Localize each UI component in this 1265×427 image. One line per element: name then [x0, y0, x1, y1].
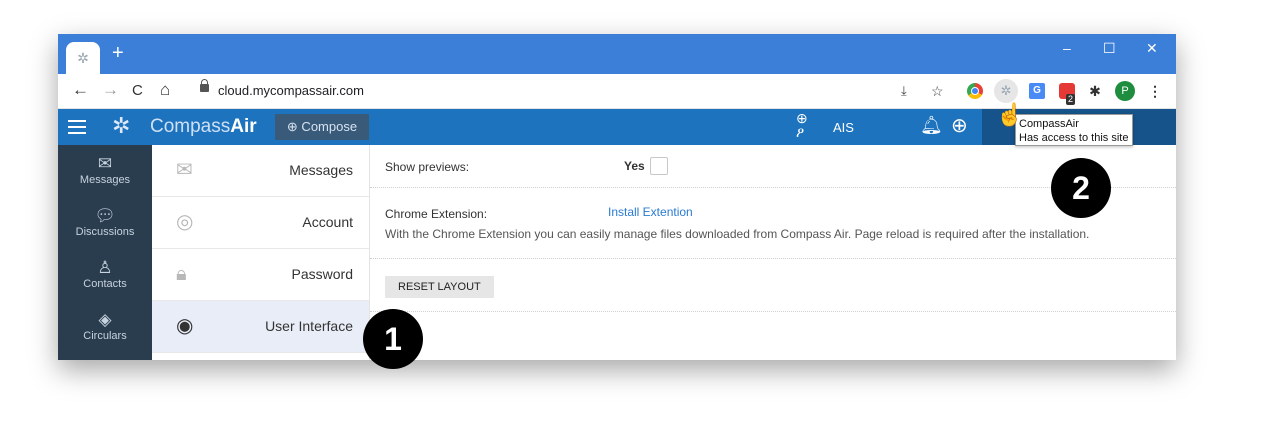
url-text[interactable]: cloud.mycompassair.com: [218, 83, 364, 98]
nav-label: Messages: [79, 174, 131, 186]
chrome-extension-description: With the Chrome Extension you can easily…: [385, 227, 1090, 241]
settings-menu: ✉ Messages ◎ Account 🔒︎ Password ◉ User …: [152, 145, 370, 360]
show-previews-checkbox[interactable]: [650, 157, 668, 175]
browser-titlebar: ✲ + – ☐ ✕: [58, 34, 1176, 74]
nav-item-messages[interactable]: ✉ Messages: [58, 154, 152, 187]
new-tab-button[interactable]: +: [112, 43, 124, 63]
profile-avatar[interactable]: P: [1115, 81, 1135, 101]
settings-item-user-interface[interactable]: ◉ User Interface: [152, 301, 369, 353]
ais-icon[interactable]: ⊕ ዖ: [796, 111, 808, 139]
lock-icon: 🔒︎: [176, 263, 187, 285]
compassair-extension-icon[interactable]: ✲: [994, 79, 1018, 103]
browser-window: ✲ + – ☐ ✕ ← → C ⌂ cloud.mycompassair.com…: [58, 34, 1176, 360]
compose-button[interactable]: ⊕ Compose: [275, 114, 369, 140]
envelope-icon: ✉: [97, 154, 113, 173]
divider: [370, 310, 1176, 312]
translate-extension-icon[interactable]: G: [1029, 83, 1045, 99]
envelope-icon: ✉: [176, 159, 193, 181]
divider: [370, 257, 1176, 259]
star-icon[interactable]: ☆: [931, 82, 944, 100]
brand-name: CompassAir: [150, 116, 257, 138]
annotation-marker-2: 2: [1051, 158, 1111, 218]
add-circle-icon[interactable]: ⊕: [951, 113, 968, 138]
compass-icon: ◈: [98, 310, 112, 329]
nav-item-contacts[interactable]: ♙ Contacts: [58, 258, 152, 291]
lock-icon: [200, 79, 209, 92]
tooltip-title: CompassAir: [1019, 118, 1079, 130]
bell-icon[interactable]: 🔔︎: [920, 115, 943, 136]
settings-item-password[interactable]: 🔒︎ Password: [152, 249, 369, 301]
left-navigation: ✉ Messages 💬︎ Discussions ♙ Contacts ◈ C…: [58, 145, 152, 360]
nav-item-discussions[interactable]: 💬︎ Discussions: [58, 206, 152, 239]
reload-button[interactable]: C: [132, 82, 143, 100]
annotation-marker-1: 1: [363, 309, 423, 369]
install-app-icon[interactable]: ⤓: [901, 82, 907, 100]
extension-tooltip: CompassAir Has access to this site: [1015, 114, 1133, 146]
nav-label: Contacts: [83, 278, 127, 290]
settings-label: Account: [302, 214, 353, 230]
person-icon: ♙: [97, 258, 113, 277]
compass-logo-icon: ✲: [112, 113, 131, 138]
brand-bold: Air: [230, 116, 257, 137]
settings-label: Messages: [289, 162, 353, 178]
brand-light: Compass: [150, 116, 231, 137]
extension-badge: 2: [1066, 94, 1076, 105]
settings-item-account[interactable]: ◎ Account: [152, 197, 369, 249]
chrome-extension-icon[interactable]: [967, 83, 983, 99]
settings-label: User Interface: [265, 318, 353, 334]
nav-item-circulars[interactable]: ◈ Circulars: [58, 310, 152, 343]
nav-label: Discussions: [75, 226, 135, 238]
chrome-extension-label: Chrome Extension:: [385, 207, 488, 221]
minimize-button[interactable]: –: [1063, 40, 1071, 56]
close-button[interactable]: ✕: [1146, 40, 1158, 57]
home-button[interactable]: ⌂: [160, 81, 170, 99]
eye-icon: ◉: [176, 315, 194, 337]
browser-tab[interactable]: ✲: [66, 42, 100, 74]
show-previews-label: Show previews:: [385, 160, 470, 174]
ais-label[interactable]: AIS: [833, 120, 854, 135]
settings-label: Password: [291, 266, 353, 282]
compassair-tab-icon: ✲: [77, 49, 89, 66]
kebab-menu-icon[interactable]: ⋮: [1148, 82, 1162, 100]
back-button[interactable]: ←: [72, 81, 89, 99]
forward-button[interactable]: →: [102, 81, 119, 99]
chat-icon: 💬︎: [94, 206, 116, 225]
puzzle-icon[interactable]: ✱: [1087, 82, 1103, 100]
nav-label: Circulars: [83, 330, 127, 342]
tooltip-subtitle: Has access to this site: [1019, 132, 1129, 144]
user-circle-icon: ◎: [176, 211, 194, 233]
install-extension-link[interactable]: Install Extention: [608, 205, 693, 219]
hand-cursor-icon: ☝: [996, 102, 1024, 127]
reset-layout-button[interactable]: RESET LAYOUT: [385, 276, 494, 298]
settings-item-messages[interactable]: ✉ Messages: [152, 145, 369, 197]
maximize-button[interactable]: ☐: [1103, 40, 1116, 57]
show-previews-value: Yes: [624, 159, 645, 173]
hamburger-menu-icon[interactable]: [68, 117, 86, 137]
